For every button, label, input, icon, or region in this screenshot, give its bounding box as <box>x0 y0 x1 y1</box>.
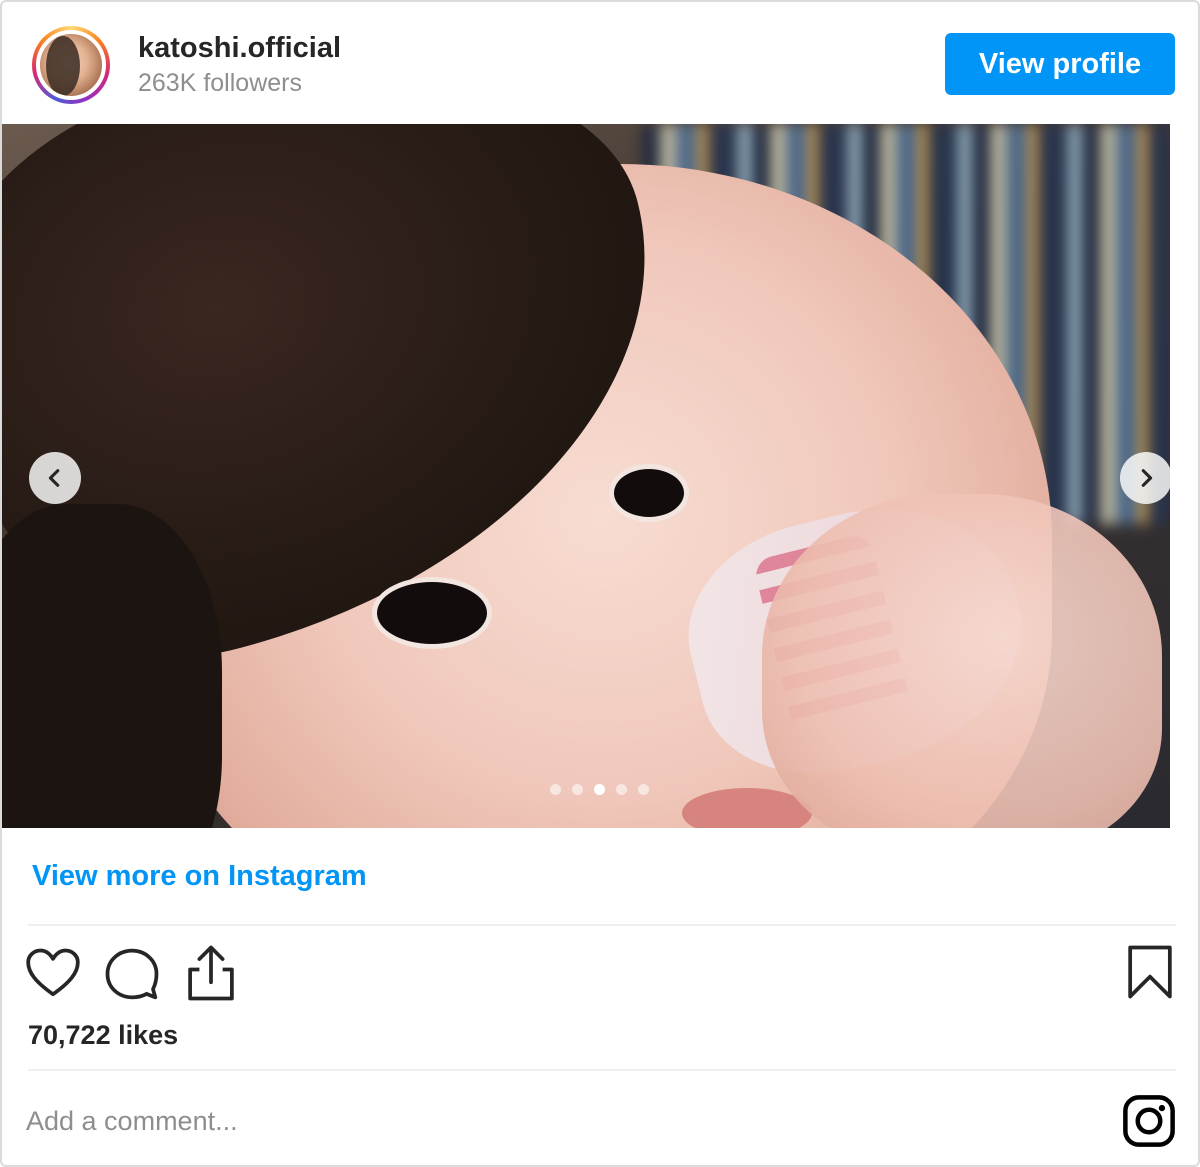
like-button[interactable] <box>24 947 82 1004</box>
comment-button[interactable] <box>104 947 160 1006</box>
comment-input[interactable] <box>26 1096 1086 1146</box>
carousel-next-button[interactable] <box>1120 452 1170 504</box>
avatar[interactable] <box>32 26 110 104</box>
post-header: katoshi.official 263K followers View pro… <box>2 2 1198 124</box>
chevron-right-icon <box>1141 469 1153 487</box>
instagram-icon <box>1123 1095 1175 1147</box>
image-hand <box>762 494 1162 828</box>
post-image[interactable] <box>2 124 1170 828</box>
comment-icon <box>105 948 159 1000</box>
likes-count: 70,722 likes <box>28 1020 179 1050</box>
share-button[interactable] <box>184 944 238 1007</box>
carousel-dot <box>638 784 649 795</box>
view-profile-button[interactable]: View profile <box>945 33 1175 95</box>
image-hair-lower <box>2 504 222 828</box>
image-eye-left <box>377 582 487 644</box>
carousel-dot <box>572 784 583 795</box>
divider <box>28 1069 1176 1071</box>
share-icon <box>188 945 234 1001</box>
carousel-dot <box>550 784 561 795</box>
carousel-dot <box>616 784 627 795</box>
followers-count: 263K followers <box>138 69 302 97</box>
carousel-dot <box>594 784 605 795</box>
divider <box>28 924 1176 926</box>
save-button[interactable] <box>1126 944 1174 1005</box>
avatar-image <box>36 30 106 100</box>
bookmark-icon <box>1128 945 1172 999</box>
carousel-dots <box>550 784 649 795</box>
heart-icon <box>26 948 80 997</box>
chevron-left-icon <box>48 469 60 487</box>
instagram-embed: katoshi.official 263K followers View pro… <box>0 0 1200 1167</box>
instagram-logo-button[interactable] <box>1122 1094 1176 1153</box>
image-eye-right <box>614 469 684 517</box>
view-more-link[interactable]: View more on Instagram <box>32 860 367 893</box>
carousel-prev-button[interactable] <box>29 452 81 504</box>
username[interactable]: katoshi.official <box>138 32 341 65</box>
